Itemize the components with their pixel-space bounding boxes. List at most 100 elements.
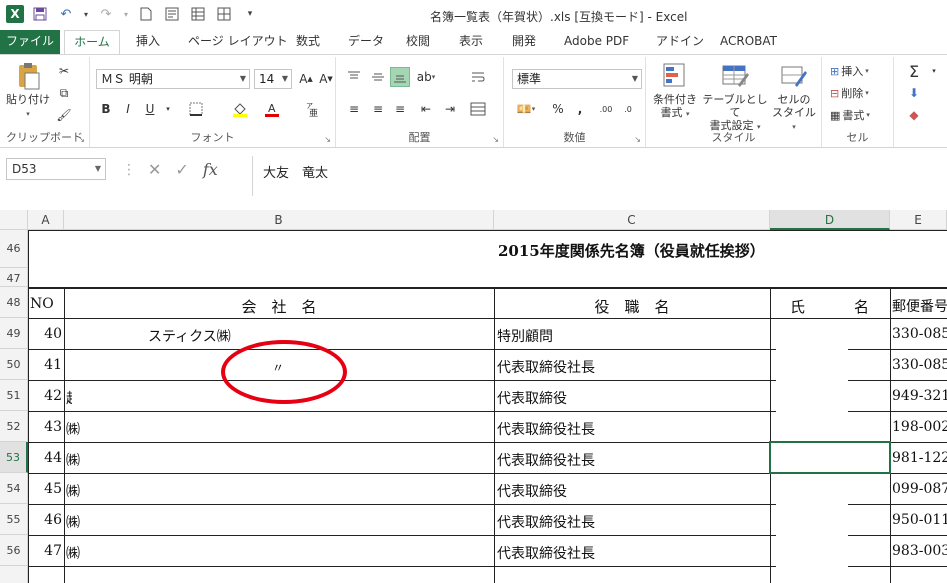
redo-dropdown-icon[interactable]: ▾: [122, 5, 130, 23]
delete-cells-button[interactable]: ⊟ 削除 ▾: [830, 83, 869, 103]
cancel-icon[interactable]: ✕: [148, 160, 161, 179]
orientation-icon[interactable]: ab ▾: [416, 67, 436, 87]
record-no[interactable]: 45: [30, 481, 62, 497]
row-header-55[interactable]: 55: [0, 504, 28, 535]
record-postal[interactable]: 950-011: [892, 512, 947, 528]
row-header-50[interactable]: 50: [0, 349, 28, 380]
row-header-57[interactable]: [0, 566, 28, 583]
more-commands-icon[interactable]: ▾: [240, 5, 260, 23]
record-position[interactable]: 特別顧問: [497, 326, 553, 346]
record-postal[interactable]: 330-085: [892, 326, 947, 342]
table-icon[interactable]: [188, 5, 208, 23]
accounting-format-icon[interactable]: 💴 ▾: [512, 99, 540, 119]
record-no[interactable]: 41: [30, 357, 62, 373]
row-header-49[interactable]: 49: [0, 318, 28, 349]
tab-formulas[interactable]: 数式: [296, 30, 320, 54]
format-as-table-button[interactable]: テーブルとして 書式設定 ▾: [702, 61, 768, 134]
undo-dropdown-icon[interactable]: ▾: [82, 5, 90, 23]
enter-icon[interactable]: ✓: [175, 160, 188, 179]
record-company[interactable]: ㈱: [66, 481, 80, 501]
record-postal[interactable]: 198-002: [892, 419, 947, 435]
increase-decimal-icon[interactable]: .00: [596, 99, 616, 119]
column-header-c[interactable]: C: [494, 210, 770, 230]
new-document-icon[interactable]: [136, 5, 156, 23]
header-company[interactable]: 会 社 名: [64, 296, 494, 317]
record-position[interactable]: 代表取締役: [497, 481, 567, 501]
record-no[interactable]: 44: [30, 450, 62, 466]
autosum-icon[interactable]: Σ: [904, 61, 924, 81]
percent-style-icon[interactable]: %: [548, 99, 568, 119]
cut-icon[interactable]: ✂: [54, 61, 74, 81]
row-header-46[interactable]: 46: [0, 230, 28, 268]
row-header-53[interactable]: 53: [0, 442, 28, 473]
align-center-icon[interactable]: ≡: [368, 99, 388, 119]
tab-adobe-pdf[interactable]: Adobe PDF: [564, 30, 629, 54]
active-cell-selection[interactable]: [769, 441, 891, 474]
decrease-font-icon[interactable]: A ▼: [316, 69, 336, 89]
record-postal[interactable]: 330-085: [892, 357, 947, 373]
redo-icon[interactable]: ↷: [96, 5, 116, 23]
record-postal[interactable]: 981-122: [892, 450, 947, 466]
font-name-combo[interactable]: ＭＳ 明朝 ▼: [96, 69, 250, 89]
align-middle-icon[interactable]: [368, 67, 388, 87]
comma-style-icon[interactable]: ,: [570, 99, 590, 119]
conditional-formatting-button[interactable]: 条件付き 書式 ▾: [650, 61, 700, 121]
row-header-54[interactable]: 54: [0, 473, 28, 504]
record-company[interactable]: ㈱: [66, 543, 80, 563]
print-preview-icon[interactable]: [162, 5, 182, 23]
tab-developer[interactable]: 開発: [512, 30, 536, 54]
format-cells-button[interactable]: ▦ 書式 ▾: [830, 105, 870, 125]
merge-center-icon[interactable]: [468, 99, 488, 119]
align-right-icon[interactable]: ≡: [390, 99, 410, 119]
record-position[interactable]: 代表取締役社長: [497, 419, 595, 439]
font-color-icon[interactable]: A: [262, 99, 282, 119]
column-header-d[interactable]: D: [770, 210, 890, 230]
italic-button[interactable]: I: [118, 99, 138, 119]
font-size-combo[interactable]: 14 ▼: [254, 69, 292, 89]
record-position[interactable]: 代表取締役: [497, 388, 567, 408]
fill-icon[interactable]: ⬇: [904, 83, 924, 103]
increase-indent-icon[interactable]: ⇥: [440, 99, 460, 119]
tab-home[interactable]: ホーム: [64, 30, 120, 54]
decrease-indent-icon[interactable]: ⇤: [416, 99, 436, 119]
sheet-title[interactable]: 2015年度関係先名簿（役員就任挨拶）: [498, 240, 765, 261]
record-no[interactable]: 46: [30, 512, 62, 528]
row-header-56[interactable]: 56: [0, 535, 28, 566]
align-bottom-icon[interactable]: [390, 67, 410, 87]
record-no[interactable]: 42: [30, 388, 62, 404]
format-painter-icon[interactable]: 🖌: [54, 105, 74, 125]
formula-input[interactable]: 大友 竜太: [252, 156, 947, 196]
row-header-51[interactable]: 51: [0, 380, 28, 411]
name-box[interactable]: D53 ▼: [6, 158, 106, 180]
tab-data[interactable]: データ: [348, 30, 384, 54]
tab-page-layout[interactable]: ページ レイアウト: [188, 30, 288, 54]
bold-button[interactable]: B: [96, 99, 116, 119]
record-no[interactable]: 43: [30, 419, 62, 435]
number-launcher-icon[interactable]: ↘: [634, 135, 641, 144]
select-all-corner[interactable]: [0, 210, 28, 230]
tab-insert[interactable]: 挿入: [136, 30, 160, 54]
tab-view[interactable]: 表示: [459, 30, 483, 54]
tab-addins[interactable]: アドイン: [656, 30, 704, 54]
header-position[interactable]: 役 職 名: [494, 296, 770, 317]
record-postal[interactable]: 099-087: [892, 481, 947, 497]
alignment-launcher-icon[interactable]: ↘: [492, 135, 499, 144]
decrease-decimal-icon[interactable]: .0: [618, 99, 638, 119]
header-postal[interactable]: 郵便番号: [892, 296, 947, 316]
number-format-combo[interactable]: 標準 ▼: [512, 69, 642, 89]
grid-icon[interactable]: [214, 5, 234, 23]
save-icon[interactable]: [30, 5, 50, 23]
paste-button[interactable]: 貼り付け ▾: [4, 61, 52, 121]
column-header-e[interactable]: E: [890, 210, 947, 230]
record-company[interactable]: ㈱: [66, 419, 80, 439]
clear-icon[interactable]: ◆: [904, 105, 924, 125]
autosum-dropdown-icon[interactable]: ▾: [924, 61, 944, 81]
tab-review[interactable]: 校閲: [406, 30, 430, 54]
record-position[interactable]: 代表取締役社長: [497, 512, 595, 532]
record-postal[interactable]: 949-321: [892, 388, 947, 404]
undo-icon[interactable]: ↶: [56, 5, 76, 23]
borders-icon[interactable]: [186, 99, 206, 119]
record-no[interactable]: 47: [30, 543, 62, 559]
underline-button[interactable]: U: [140, 99, 160, 119]
font-launcher-icon[interactable]: ↘: [324, 135, 331, 144]
